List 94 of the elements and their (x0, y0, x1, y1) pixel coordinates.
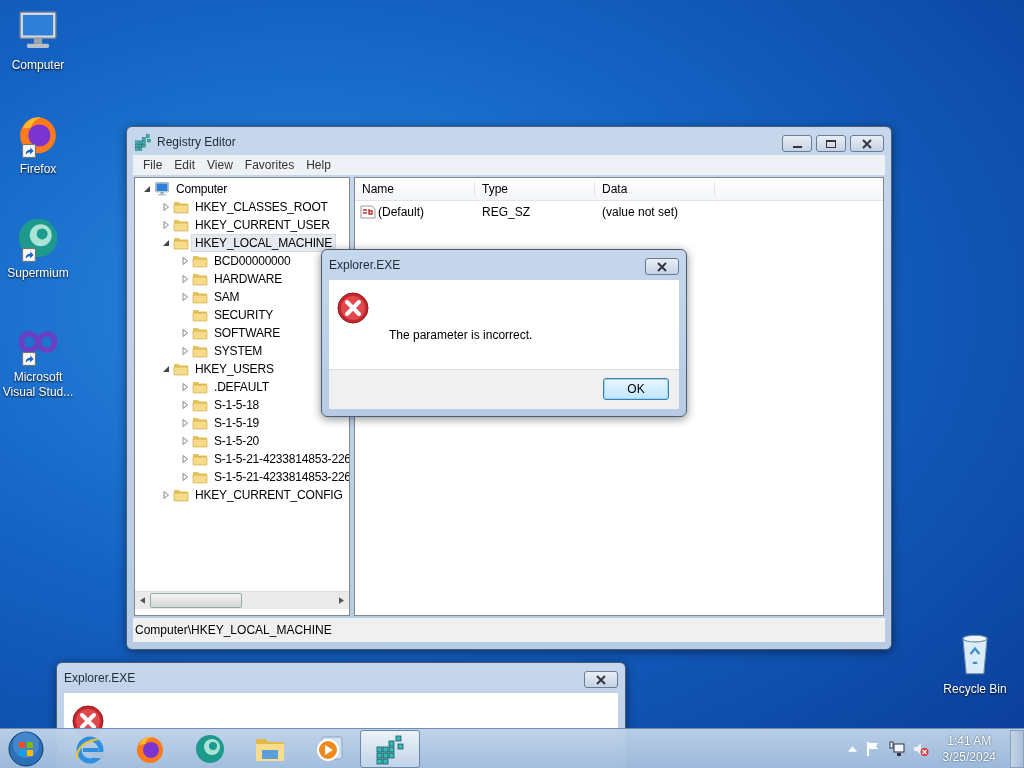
window-title: Explorer.EXE (64, 671, 136, 685)
collapsed-arrow-icon[interactable] (181, 455, 189, 463)
close-icon (656, 261, 668, 272)
collapsed-arrow-icon[interactable] (181, 473, 189, 481)
desktop-icon-label[interactable]: Computer (1, 58, 75, 73)
network-icon[interactable] (888, 740, 905, 757)
expanded-arrow-icon[interactable] (143, 185, 151, 193)
status-bar: Computer\HKEY_LOCAL_MACHINE (133, 618, 885, 642)
tree-item[interactable]: SAM (210, 288, 244, 306)
scroll-right-icon[interactable] (339, 597, 344, 604)
folder-icon (192, 253, 208, 269)
tree-item[interactable]: HKEY_CLASSES_ROOT (191, 198, 332, 216)
tree-item[interactable]: HKEY_USERS (191, 360, 278, 378)
value-name[interactable]: (Default) (378, 205, 424, 219)
tree-item[interactable]: Computer (172, 180, 232, 198)
menu-item[interactable]: Favorites (238, 158, 301, 172)
folder-icon (192, 451, 208, 467)
menu-item[interactable]: File (137, 158, 169, 172)
tree-item[interactable]: S-1-5-20 (210, 432, 264, 450)
maximize-button[interactable] (816, 135, 846, 152)
scroll-left-icon[interactable] (140, 597, 145, 604)
close-icon (595, 674, 607, 685)
value-type: REG_SZ (481, 205, 531, 219)
error-icon (337, 292, 369, 324)
collapsed-arrow-icon[interactable] (162, 491, 170, 499)
tree-item[interactable]: HARDWARE (210, 270, 286, 288)
taskbar-button[interactable] (360, 729, 420, 768)
show-desktop-button[interactable] (1010, 729, 1024, 768)
menu-item[interactable]: Edit (168, 158, 202, 172)
folder-icon (173, 235, 189, 251)
column-header[interactable]: Type (475, 182, 595, 196)
menu-item[interactable]: View (201, 158, 239, 172)
close-button[interactable] (850, 135, 884, 152)
tree-item[interactable]: SOFTWARE (210, 324, 284, 342)
folder-icon (173, 361, 189, 377)
tree-item[interactable]: SECURITY (210, 306, 278, 324)
window-title: Registry Editor (157, 135, 236, 149)
close-icon (861, 138, 873, 149)
folder-icon (173, 199, 189, 215)
desktop-icon-label[interactable]: Microsoft Visual Stud... (1, 370, 75, 400)
menu-item[interactable]: Help (300, 158, 337, 172)
desktop-icon-label[interactable]: Supermium (1, 266, 75, 281)
collapsed-arrow-icon[interactable] (181, 275, 189, 283)
folder-icon (173, 217, 189, 233)
tree-item[interactable]: S-1-5-19 (210, 414, 264, 432)
ok-button[interactable]: OK (603, 378, 669, 401)
expanded-arrow-icon[interactable] (162, 365, 170, 373)
collapsed-arrow-icon[interactable] (181, 383, 189, 391)
folder-icon (192, 343, 208, 359)
tree-item[interactable]: HKEY_LOCAL_MACHINE (191, 234, 337, 252)
collapsed-arrow-icon[interactable] (181, 293, 189, 301)
tree-item[interactable]: BCD00000000 (210, 252, 295, 270)
collapsed-arrow-icon[interactable] (181, 329, 189, 337)
column-header[interactable]: Name (355, 182, 475, 196)
collapsed-arrow-icon[interactable] (181, 257, 189, 265)
folder-icon (192, 289, 208, 305)
string-value-icon (360, 204, 376, 220)
folder-icon (192, 379, 208, 395)
minimize-button[interactable] (782, 135, 812, 152)
folder-icon (192, 271, 208, 287)
horizontal-scrollbar[interactable] (135, 591, 349, 609)
collapsed-arrow-icon[interactable] (162, 203, 170, 211)
folder-icon (192, 397, 208, 413)
registry-icon (134, 133, 152, 151)
column-header[interactable]: Data (595, 182, 715, 196)
value-data: (value not set) (601, 205, 680, 219)
folder-icon (192, 307, 208, 323)
show-hidden-icons-icon[interactable] (847, 745, 857, 752)
tree-item[interactable]: S-1-5-18 (210, 396, 264, 414)
folder-icon (192, 433, 208, 449)
error-message: The parameter is incorrect. (389, 328, 534, 342)
computer-icon (154, 181, 170, 197)
collapsed-arrow-icon[interactable] (162, 221, 170, 229)
close-button[interactable] (645, 258, 679, 275)
close-button[interactable] (584, 671, 618, 688)
folder-icon (173, 487, 189, 503)
tree-item[interactable]: SYSTEM (210, 342, 267, 360)
collapsed-arrow-icon[interactable] (181, 419, 189, 427)
desktop-icon-label[interactable]: Firefox (1, 162, 75, 177)
tree-item[interactable]: HKEY_CURRENT_USER (191, 216, 334, 234)
folder-icon (192, 325, 208, 341)
folder-icon (192, 415, 208, 431)
window-title: Explorer.EXE (329, 258, 401, 272)
collapsed-arrow-icon[interactable] (181, 437, 189, 445)
flag-icon[interactable] (864, 740, 881, 757)
tree-item[interactable]: .DEFAULT (210, 378, 273, 396)
tree-item[interactable]: HKEY_CURRENT_CONFIG (191, 486, 347, 504)
folder-icon (192, 469, 208, 485)
collapsed-arrow-icon[interactable] (181, 401, 189, 409)
desktop-icon-label[interactable]: Recycle Bin (938, 682, 1012, 697)
collapsed-arrow-icon[interactable] (181, 347, 189, 355)
cubes-icon (374, 732, 406, 765)
browser-icon (194, 732, 226, 765)
expanded-arrow-icon[interactable] (162, 239, 170, 247)
